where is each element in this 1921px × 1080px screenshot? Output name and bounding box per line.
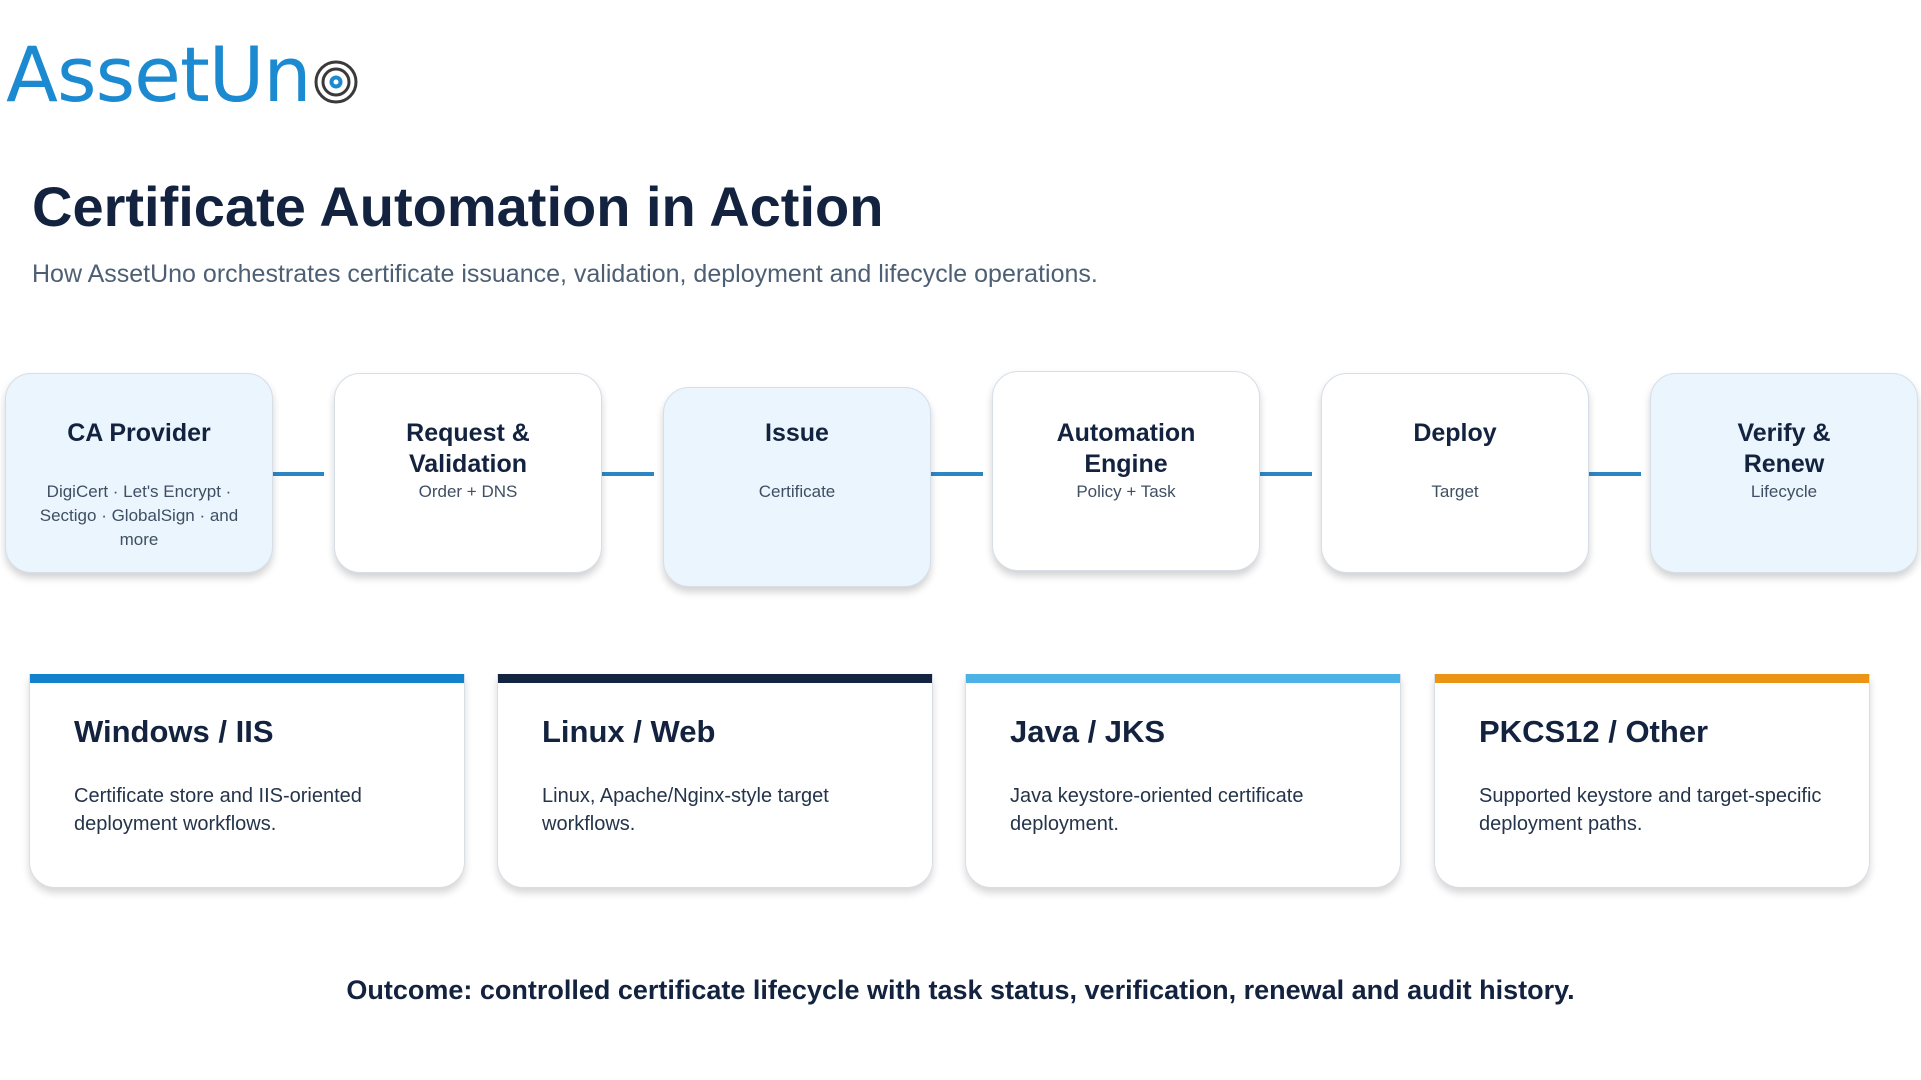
brand-logo: AssetUn <box>6 30 359 120</box>
flow-step-automation-engine: Automation Engine Policy + Task <box>992 371 1260 571</box>
card-title: Linux / Web <box>542 714 716 749</box>
card-accent-bar <box>498 674 932 683</box>
page-subtitle: How AssetUno orchestrates certificate is… <box>32 260 1098 288</box>
platform-cards: Windows / IIS Certificate store and IIS-… <box>0 674 1921 894</box>
flow-step-ca-provider: CA Provider DigiCert · Let's Encrypt · S… <box>5 373 273 573</box>
flow-step-issue: Issue Certificate <box>663 387 931 587</box>
step-title: Deploy <box>1413 419 1497 447</box>
platform-card-windows-iis: Windows / IIS Certificate store and IIS-… <box>29 674 465 888</box>
step-description: Certificate <box>758 482 836 501</box>
card-description: Linux, Apache/Nginx-style target workflo… <box>542 785 829 835</box>
step-description: Target <box>1431 482 1479 501</box>
step-title: Verify & Renew <box>1737 419 1831 478</box>
card-description: Supported keystore and target-specific d… <box>1479 785 1822 835</box>
card-title: PKCS12 / Other <box>1479 714 1709 749</box>
platform-card-linux-web: Linux / Web Linux, Apache/Nginx-style ta… <box>497 674 933 888</box>
logo-text: AssetUn <box>6 30 312 119</box>
flow-connector <box>600 472 654 476</box>
card-accent-bar <box>966 674 1400 683</box>
flow-step-deploy: Deploy Target <box>1321 373 1589 573</box>
flow-step-verify-renew: Verify & Renew Lifecycle <box>1650 373 1918 573</box>
card-description: Certificate store and IIS-oriented deplo… <box>74 785 362 835</box>
card-description: Java keystore-oriented certificate deplo… <box>1010 785 1304 835</box>
page-title: Certificate Automation in Action <box>32 175 884 238</box>
target-rings-icon <box>314 60 358 104</box>
step-description: Policy + Task <box>1076 482 1176 501</box>
flow-step-request-validation: Request & Validation Order + DNS <box>334 373 602 573</box>
flow-connector <box>270 472 324 476</box>
step-title: Automation Engine <box>1056 419 1196 478</box>
step-title: Issue <box>765 419 829 447</box>
step-description: Lifecycle <box>1750 482 1818 501</box>
flow-connector <box>929 472 983 476</box>
card-title: Java / JKS <box>1010 714 1166 749</box>
step-description: Order + DNS <box>418 482 518 501</box>
flow-connector <box>1258 472 1312 476</box>
step-title: Request & Validation <box>406 419 530 478</box>
platform-card-java-jks: Java / JKS Java keystore-oriented certif… <box>965 674 1401 888</box>
card-title: Windows / IIS <box>74 714 274 749</box>
step-title: CA Provider <box>67 419 211 447</box>
card-accent-bar <box>30 674 464 683</box>
flow-connector <box>1587 472 1641 476</box>
step-description: DigiCert · Let's Encrypt · Sectigo · Glo… <box>39 482 239 549</box>
platform-card-pkcs12-other: PKCS12 / Other Supported keystore and ta… <box>1434 674 1870 888</box>
outcome-statement: Outcome: controlled certificate lifecycl… <box>346 975 1575 1005</box>
card-accent-bar <box>1435 674 1869 683</box>
process-flow: CA Provider DigiCert · Let's Encrypt · S… <box>0 370 1921 590</box>
